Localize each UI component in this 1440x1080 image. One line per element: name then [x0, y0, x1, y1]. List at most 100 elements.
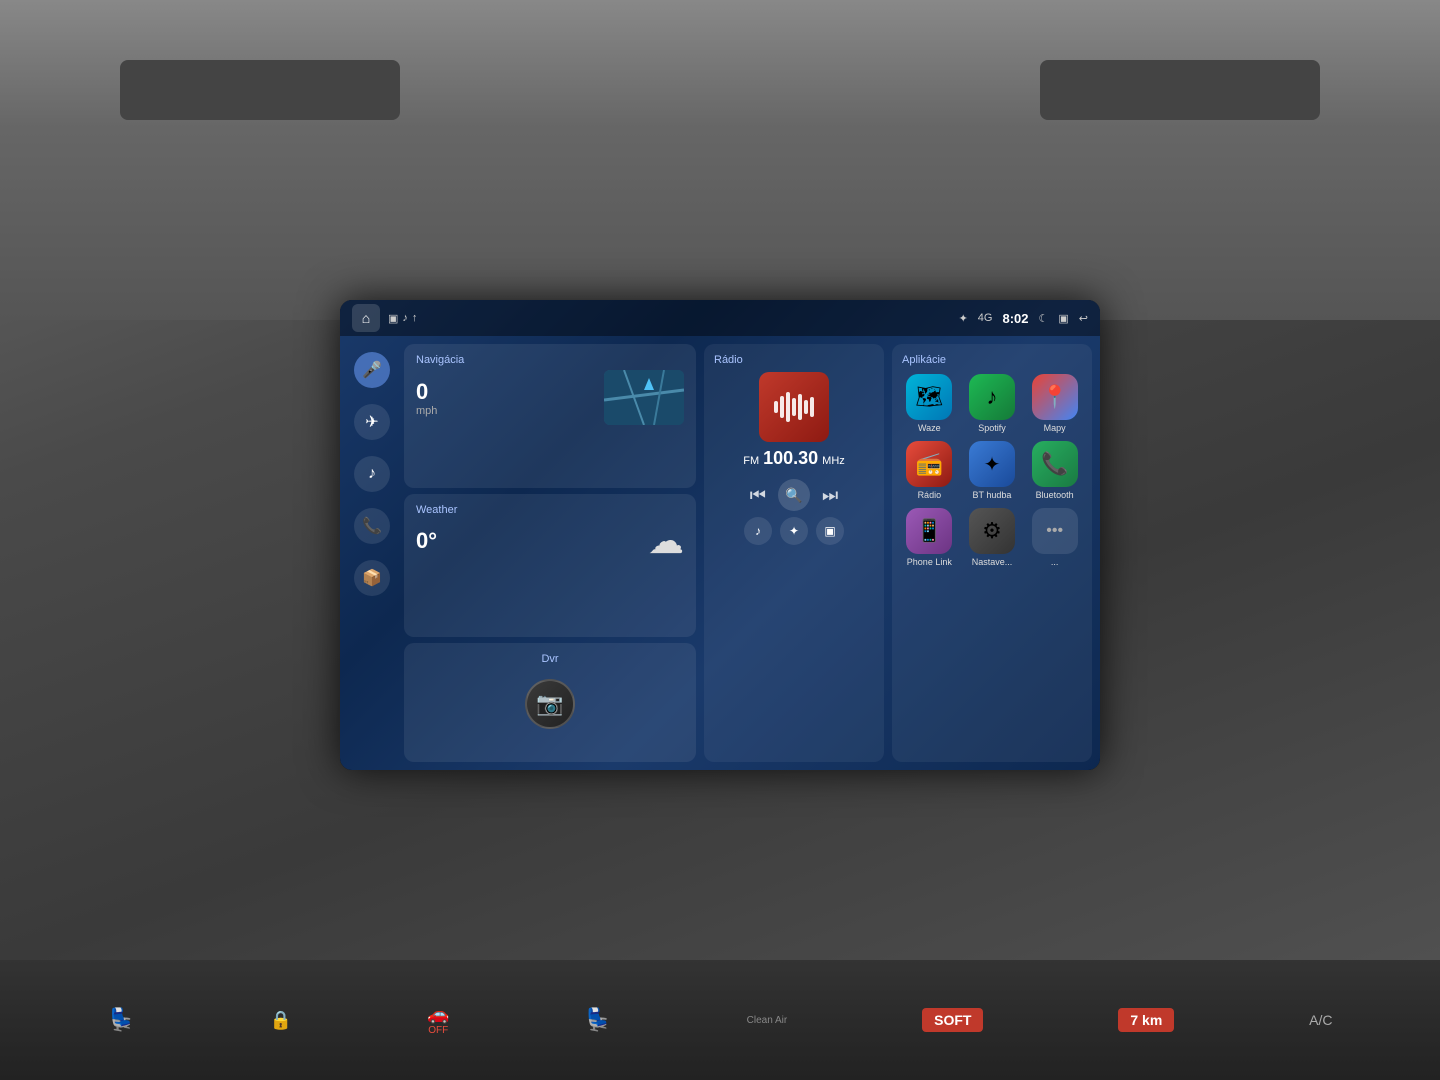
radio-fm-label: FM [743, 455, 759, 467]
phonelink-label: Phone Link [907, 557, 952, 567]
screen-icon: ▣ [388, 312, 398, 325]
bluetooth-icon: ✦ [959, 312, 968, 325]
waze-icon: 🗺 [906, 374, 952, 420]
radio-search-button[interactable]: 🔍 [778, 479, 810, 511]
time-display: 8:02 [1002, 311, 1028, 326]
lock-icon: 🔒 [270, 1010, 292, 1031]
app-radio[interactable]: 📻 Rádio [902, 441, 957, 500]
app-mapy[interactable]: 📍 Mapy [1027, 374, 1082, 433]
seat-heat-left[interactable]: 💺 [107, 1007, 134, 1033]
music-icon: ♪ [402, 312, 408, 324]
ac-label: A/C [1309, 1012, 1332, 1028]
status-right: ✦ 4G 8:02 ☾ ▣ ↩ [959, 311, 1088, 326]
app-phonelink[interactable]: 📱 Phone Link [902, 508, 957, 567]
vent-area [0, 0, 1440, 320]
radio-bluetooth-button[interactable]: ✦ [780, 517, 808, 545]
apps-grid: 🗺 Waze ♪ Spotify 📍 Mapy 📻 [902, 374, 1082, 567]
dvr-cam-icon: 📷 [525, 679, 575, 729]
back-icon[interactable]: ↩ [1079, 312, 1088, 325]
dvr-widget[interactable]: Dvr 📷 [404, 643, 696, 762]
wave-bar-1 [774, 401, 778, 413]
spotify-icon: ♪ [969, 374, 1015, 420]
wave-bar-6 [804, 400, 808, 414]
radio-frequency: 100.30 [763, 448, 818, 469]
radio-prev-button[interactable]: ⏮ [750, 485, 766, 506]
nav-map[interactable] [604, 370, 684, 425]
nav-button[interactable]: ✈ [354, 404, 390, 440]
status-bar: ⌂ ▣ ♪ ↑ ✦ 4G 8:02 ☾ ▣ ↩ [340, 300, 1100, 336]
radio-bottom-buttons: ♪ ✦ ▣ [744, 517, 844, 545]
bluetooth-app-icon: 📞 [1032, 441, 1078, 487]
dashboard: Jófogás ⌂ ▣ ♪ ↑ ✦ 4G [0, 0, 1440, 1080]
radio-app-icon: 📻 [906, 441, 952, 487]
waze-label: Waze [918, 423, 941, 433]
lock-button[interactable]: 🔒 [270, 1010, 292, 1031]
nav-title: Navigácia [416, 354, 684, 366]
soft-label: SOFT [934, 1012, 971, 1028]
widgets-area: Navigácia 0 mph [404, 344, 696, 762]
app-bluetooth[interactable]: 📞 Bluetooth [1027, 441, 1082, 500]
nav-unit: mph [416, 405, 437, 417]
btmusic-label: BT hudba [973, 490, 1012, 500]
radio-freq-unit: MHz [822, 455, 845, 467]
wave-bar-5 [798, 394, 802, 420]
app-btmusic[interactable]: ✦ BT hudba [965, 441, 1020, 500]
android-screen: ⌂ ▣ ♪ ↑ ✦ 4G 8:02 ☾ ▣ ↩ [340, 300, 1100, 770]
radio-screen-button[interactable]: ▣ [816, 517, 844, 545]
radio-next-button[interactable]: ⏭ [822, 485, 838, 506]
car-icon: 🚗 [427, 1004, 449, 1025]
weather-content: 0° ☁ [416, 520, 684, 562]
radio-freq-display: FM 100.30 MHz [743, 448, 845, 469]
bluetooth-label: Bluetooth [1036, 490, 1074, 500]
radio-app-label: Rádio [918, 490, 942, 500]
weather-widget[interactable]: Weather 0° ☁ [404, 494, 696, 638]
settings-label: Nastave... [972, 557, 1013, 567]
music-button[interactable]: ♪ [354, 456, 390, 492]
app-waze[interactable]: 🗺 Waze [902, 374, 957, 433]
more-icon: ••• [1032, 508, 1078, 554]
radio-note-button[interactable]: ♪ [744, 517, 772, 545]
spotify-label: Spotify [978, 423, 1006, 433]
weather-temp: 0° [416, 528, 437, 554]
wave-bar-4 [792, 398, 796, 416]
vent-right [1040, 60, 1320, 120]
moon-icon: ☾ [1039, 312, 1049, 325]
soft-temp-display: SOFT [922, 1008, 983, 1032]
radio-album-art [759, 372, 829, 442]
speed-value: 7 km [1118, 1008, 1174, 1032]
mic-button[interactable]: 🎤 [354, 352, 390, 388]
app-spotify[interactable]: ♪ Spotify [965, 374, 1020, 433]
vent-left [120, 60, 400, 120]
car-control[interactable]: 🚗 OFF [427, 1004, 449, 1036]
seat-icon-right: 💺 [584, 1007, 611, 1033]
nav-info: 0 mph [416, 379, 437, 417]
network-status: 4G [978, 312, 993, 324]
apps-button[interactable]: 📦 [354, 560, 390, 596]
apps-title: Aplikácie [902, 354, 1082, 366]
nav-widget-content: 0 mph [416, 370, 684, 425]
clean-air-display: Clean Air [747, 1015, 788, 1026]
more-label: ... [1051, 557, 1059, 567]
btmusic-icon: ✦ [969, 441, 1015, 487]
seat-heat-right[interactable]: 💺 [584, 1007, 611, 1033]
main-content: 🎤 ✈ ♪ 📞 📦 Navigácia 0 mp [340, 336, 1100, 770]
navigation-widget[interactable]: Navigácia 0 mph [404, 344, 696, 488]
weather-cloud-icon: ☁ [648, 520, 684, 562]
wave-bar-7 [810, 397, 814, 417]
app-settings[interactable]: ⚙ Nastave... [965, 508, 1020, 567]
radio-title: Rádio [714, 354, 743, 366]
speed-display: 7 km [1118, 1008, 1174, 1032]
window-icon: ▣ [1058, 312, 1068, 325]
weather-title: Weather [416, 504, 684, 516]
wave-bar-2 [780, 396, 784, 418]
phone-button[interactable]: 📞 [354, 508, 390, 544]
nav-speed: 0 [416, 379, 437, 405]
ac-button[interactable]: A/C [1309, 1012, 1332, 1028]
off-label: OFF [428, 1025, 448, 1036]
home-button[interactable]: ⌂ [352, 304, 380, 332]
apps-widget: Aplikácie 🗺 Waze ♪ Spotify 📍 [892, 344, 1092, 762]
status-icons: ▣ ♪ ↑ [388, 312, 417, 325]
bottom-bar: 💺 🔒 🚗 OFF 💺 Clean Air SOFT 7 km A/C [0, 960, 1440, 1080]
dvr-title: Dvr [541, 653, 558, 665]
app-more[interactable]: ••• ... [1027, 508, 1082, 567]
